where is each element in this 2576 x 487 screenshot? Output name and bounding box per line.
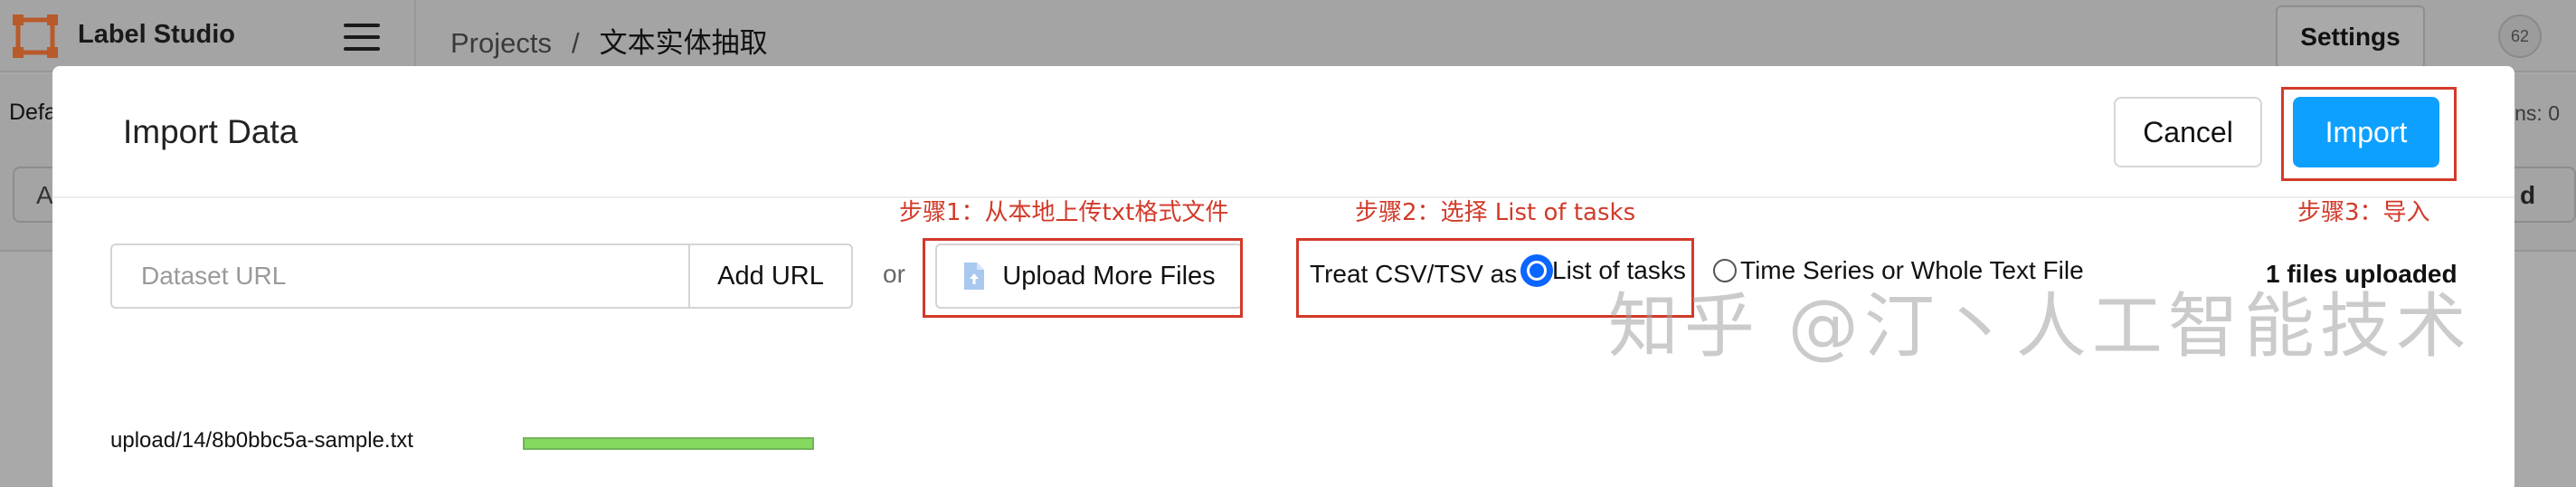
annotation-step3-text: 步骤3：导入 <box>2297 199 2430 226</box>
top-navbar: Label Studio Projects / 文本实体抽取 Settings 62 <box>0 0 2576 72</box>
annotation-step3-box <box>2281 87 2457 181</box>
breadcrumb-projects[interactable]: Projects <box>450 27 552 59</box>
upload-progress-bar <box>523 437 814 450</box>
annotation-step2-text: 步骤2：选择 List of tasks <box>1355 199 1636 226</box>
settings-button[interactable]: Settings <box>2276 5 2425 69</box>
avatar[interactable]: 62 <box>2498 14 2542 58</box>
or-label: or <box>883 260 905 288</box>
breadcrumb-separator: / <box>571 27 580 59</box>
watermark: 知乎 @汀丶人工智能技术 <box>1608 286 2472 368</box>
uploaded-file-name: upload/14/8b0bbc5a-sample.txt <box>110 428 413 453</box>
dataset-url-input[interactable] <box>110 244 689 309</box>
modal-title: Import Data <box>123 113 298 150</box>
cancel-button[interactable]: Cancel <box>2114 97 2262 167</box>
modal-header: Import Data Cancel Import <box>52 66 2514 198</box>
toolbar-right-text: ns: 0 <box>2514 101 2560 125</box>
hamburger-menu-icon[interactable] <box>344 24 380 51</box>
breadcrumb: Projects / 文本实体抽取 <box>450 20 768 61</box>
upload-progress-fill <box>525 439 812 448</box>
label-studio-logo-icon[interactable] <box>13 14 58 58</box>
annotation-step1-text: 步骤1：从本地上传txt格式文件 <box>899 199 1229 226</box>
add-url-button[interactable]: Add URL <box>688 244 853 309</box>
breadcrumb-current-project: 文本实体抽取 <box>599 27 768 59</box>
annotation-step1-box <box>923 238 1243 318</box>
navbar-divider <box>414 0 416 72</box>
app-title: Label Studio <box>78 20 235 49</box>
toolbar-left-text: Defa <box>9 100 57 125</box>
